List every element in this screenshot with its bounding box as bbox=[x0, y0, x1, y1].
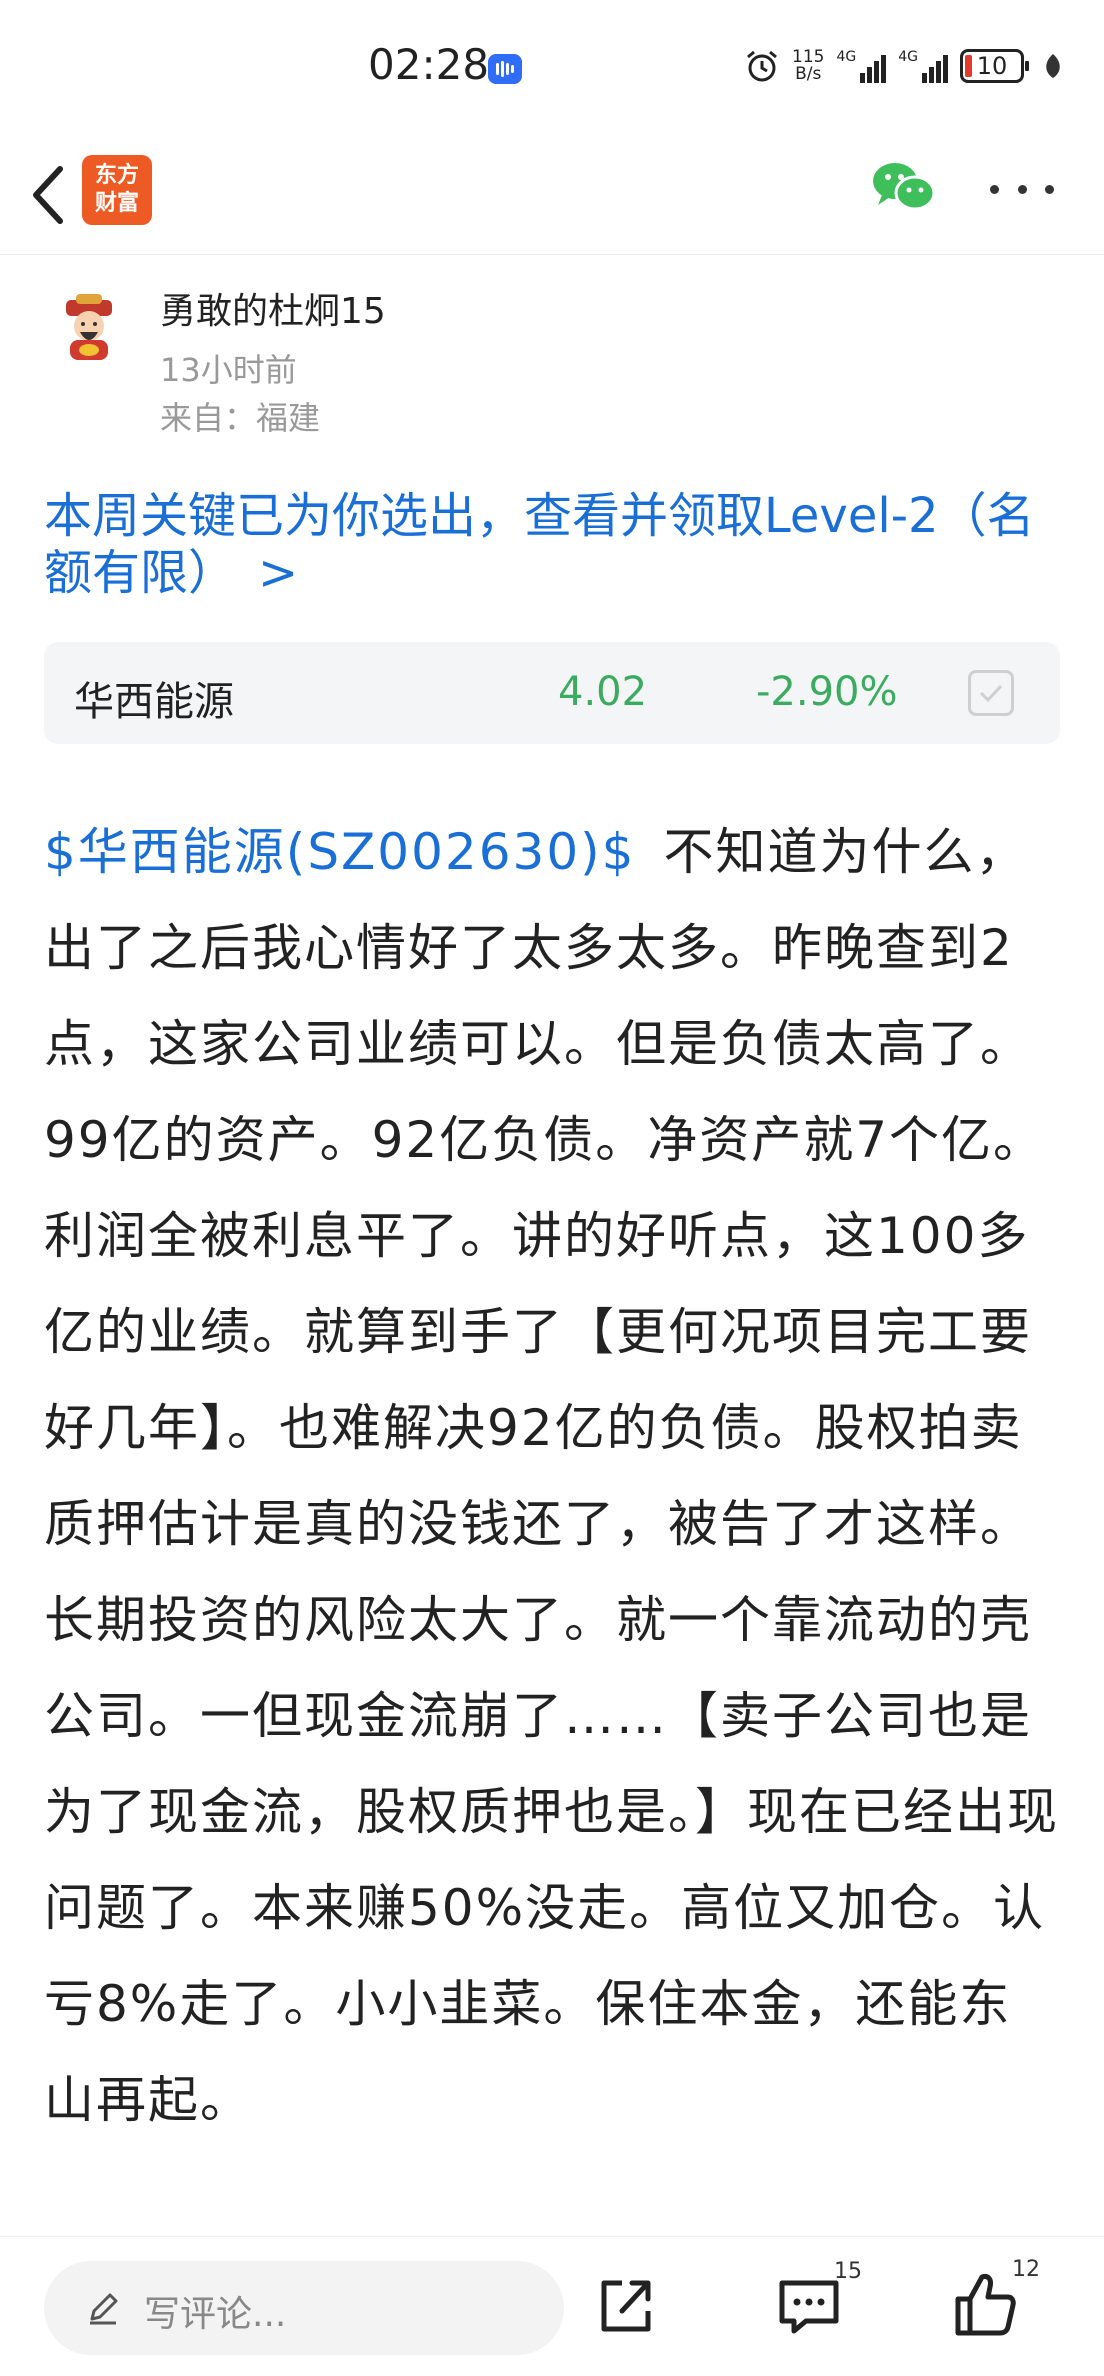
battery-icon: 10 bbox=[960, 49, 1029, 83]
battery-level: 10 bbox=[976, 52, 1008, 80]
bottom-action-bar: 写评论... 15 12 bbox=[0, 2236, 1104, 2376]
app-logo: 东方 财富 bbox=[82, 155, 152, 225]
top-nav: 东方 财富 bbox=[0, 135, 1104, 255]
avatar[interactable] bbox=[52, 290, 126, 364]
power-saving-leaf-icon bbox=[1046, 54, 1060, 78]
like-count: 12 bbox=[1012, 2257, 1040, 2282]
share-button[interactable] bbox=[592, 2273, 658, 2339]
promo-text: 本周关键已为你选出，查看并领取Level-2（名额有限） bbox=[44, 488, 1035, 601]
signal-sim2-icon: 4G bbox=[898, 49, 948, 83]
sim2-label: 4G bbox=[898, 49, 918, 65]
back-button[interactable] bbox=[20, 157, 80, 233]
signal-sim1-icon: 4G bbox=[836, 49, 887, 83]
more-options-button[interactable] bbox=[990, 177, 1054, 201]
stock-change: -2.90% bbox=[756, 669, 898, 715]
status-icons: 115 B/s 4G 4G 10 bbox=[744, 44, 1064, 88]
comment-placeholder: 写评论... bbox=[144, 2294, 287, 2335]
logo-line-2: 财富 bbox=[94, 191, 139, 216]
author-name[interactable]: 勇敢的杜炯15 bbox=[160, 282, 386, 334]
level2-promo-link[interactable]: 本周关键已为你选出，查看并领取Level-2（名额有限） > bbox=[44, 488, 1064, 602]
voice-recording-icon bbox=[488, 54, 522, 84]
logo-line-1: 东方 bbox=[94, 163, 139, 188]
stock-price: 4.02 bbox=[558, 669, 648, 715]
more-dot-icon bbox=[990, 184, 999, 194]
sim1-label: 4G bbox=[836, 49, 857, 65]
post-location: 来自：福建 bbox=[160, 399, 321, 437]
pen-icon bbox=[90, 2293, 118, 2325]
like-button[interactable] bbox=[952, 2269, 1018, 2339]
post-body: $华西能源(SZ002630)$ 不知道为什么，出了之后我心情好了太多太多。昨晚查… bbox=[44, 804, 1062, 2148]
wechat-share-icon[interactable] bbox=[868, 157, 938, 217]
stock-name: 华西能源 bbox=[74, 679, 234, 725]
comment-count: 15 bbox=[834, 2259, 862, 2284]
more-dot-icon bbox=[1045, 184, 1054, 194]
more-dot-icon bbox=[1017, 184, 1027, 194]
post-text: 不知道为什么，出了之后我心情好了太多太多。昨晚查到2点，这家公司业绩可以。但是负… bbox=[44, 823, 1059, 2129]
alarm-icon bbox=[747, 50, 777, 82]
promo-arrow: > bbox=[258, 545, 299, 601]
stock-quote-card[interactable]: 华西能源 4.02 -2.90% bbox=[44, 642, 1060, 744]
status-bar: 02:28 115 B/s 4G 4G 10 bbox=[0, 0, 1104, 135]
comment-input[interactable]: 写评论... bbox=[44, 2261, 564, 2355]
post-time: 13小时前 bbox=[160, 351, 297, 389]
stock-link[interactable]: $华西能源(SZ002630)$ bbox=[44, 823, 636, 881]
add-watchlist-checkbox[interactable] bbox=[968, 670, 1014, 716]
comment-button[interactable] bbox=[776, 2273, 842, 2339]
network-speed-unit: B/s bbox=[795, 64, 822, 84]
network-speed: 115 B/s bbox=[792, 49, 824, 83]
check-icon bbox=[979, 684, 1003, 703]
status-time: 02:28 bbox=[368, 40, 490, 89]
